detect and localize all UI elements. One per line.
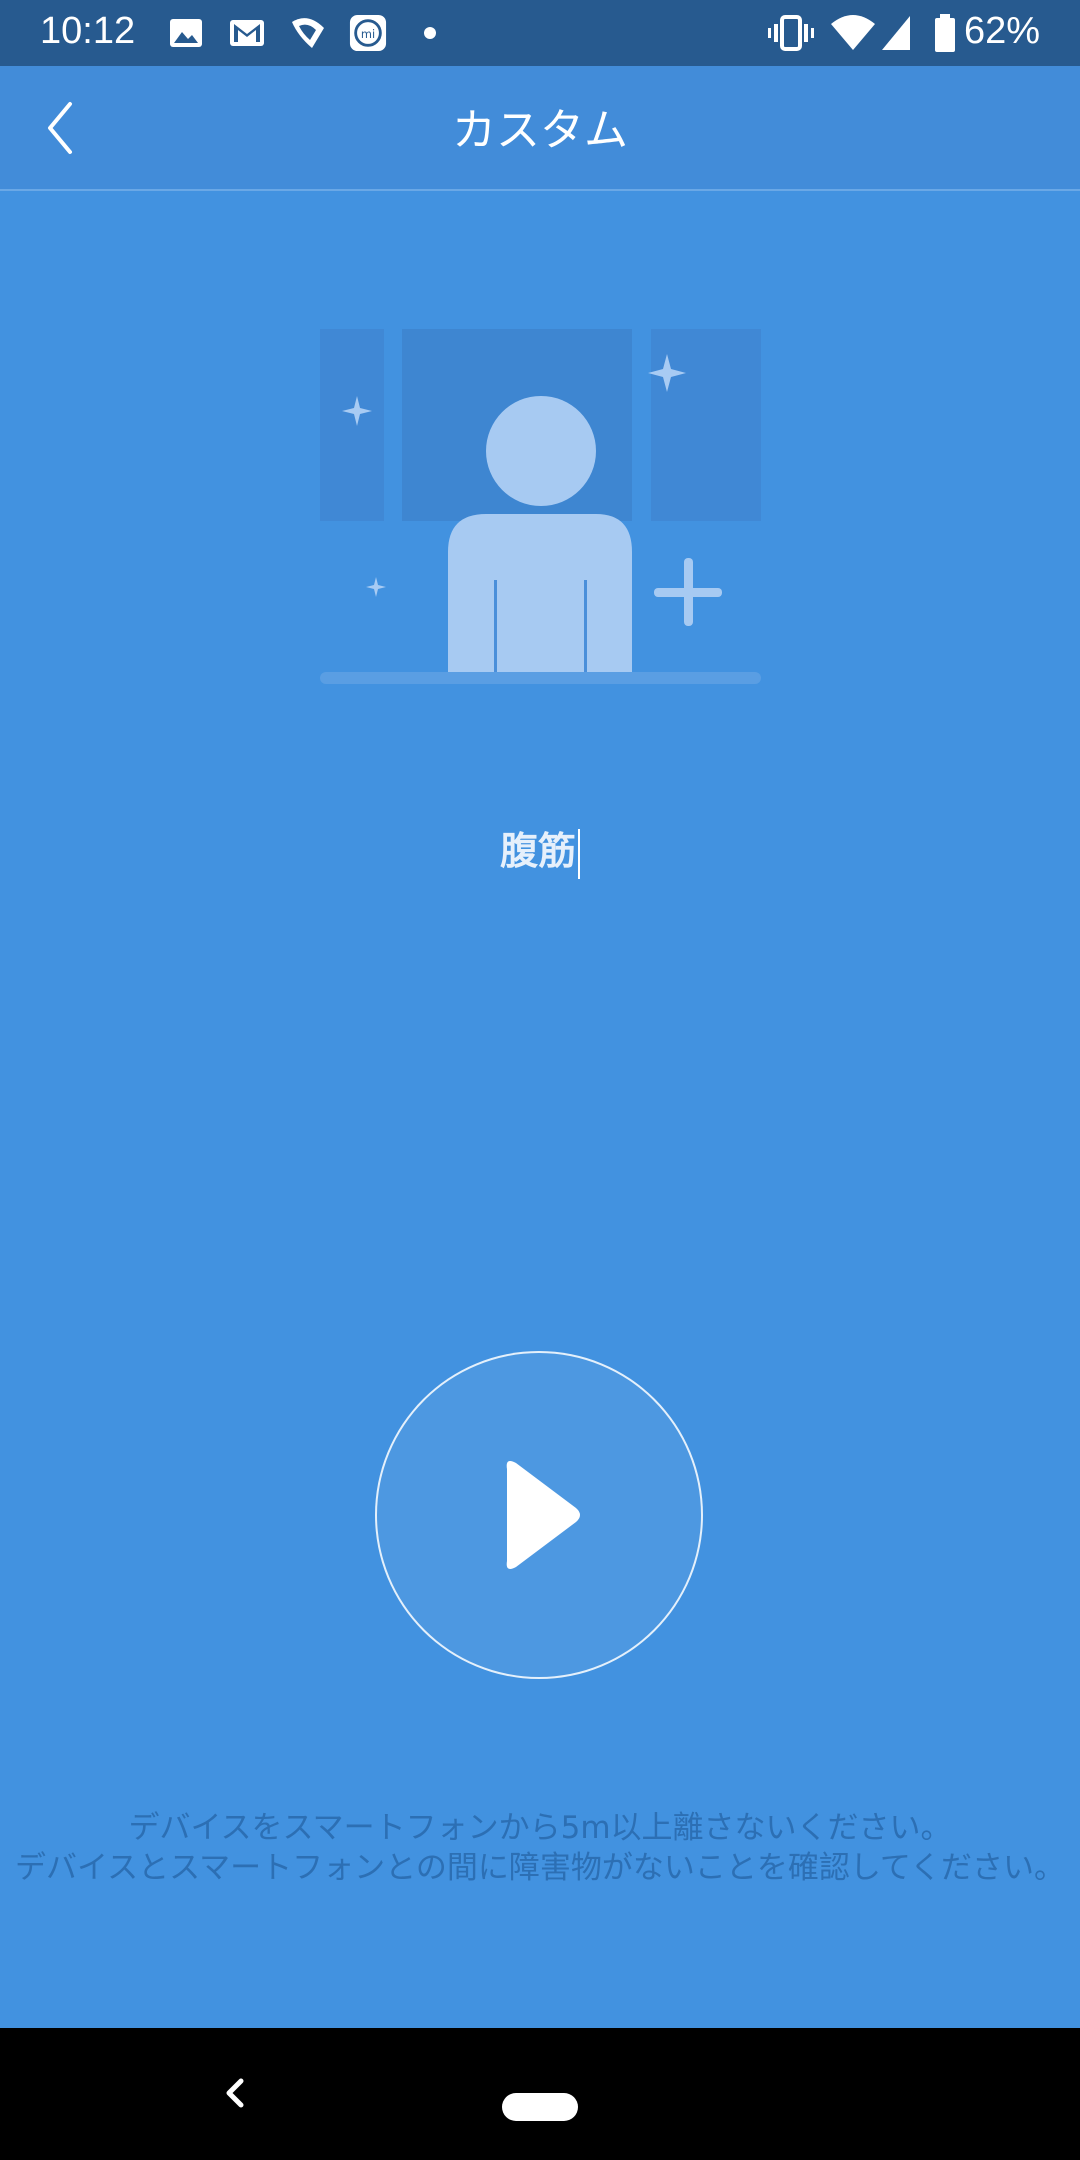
play-button[interactable] bbox=[375, 1351, 703, 1679]
gmail-icon bbox=[230, 20, 264, 46]
wifi-icon bbox=[831, 15, 875, 50]
mi-fit-icon: mi bbox=[349, 14, 387, 52]
notification-icon bbox=[292, 18, 324, 48]
battery-level: 62% bbox=[963, 10, 1040, 52]
vibrate-icon bbox=[768, 15, 814, 51]
nav-back-icon[interactable] bbox=[215, 2068, 255, 2118]
image-icon bbox=[170, 19, 202, 47]
signal-icon bbox=[882, 16, 910, 50]
battery-icon bbox=[935, 14, 955, 52]
status-time: 10:12 bbox=[40, 10, 136, 52]
sparkle-icon bbox=[366, 577, 386, 597]
exercise-name-input[interactable]: 腹筋 bbox=[240, 820, 840, 879]
add-person-icon bbox=[320, 329, 761, 684]
screen: 10:12 mi 62% カスタム 腹筋 デバイスをスマートフォンから5m以上離… bbox=[0, 0, 1080, 2160]
status-bar: 10:12 mi 62% bbox=[0, 0, 1080, 66]
connection-notice: デバイスをスマートフォンから5m以上離さないください。 デバイスとスマートフォン… bbox=[0, 1808, 1080, 1888]
notice-line-2: デバイスとスマートフォンとの間に障害物がないことを確認してください。 bbox=[15, 1850, 1065, 1886]
text-cursor bbox=[578, 828, 580, 879]
exercise-name-text: 腹筋 bbox=[499, 829, 576, 873]
app-header: カスタム bbox=[0, 66, 1080, 191]
play-icon bbox=[506, 1461, 580, 1569]
dot-icon bbox=[424, 27, 436, 39]
page-title: カスタム bbox=[452, 105, 628, 156]
svg-text:mi: mi bbox=[361, 27, 375, 41]
navigation-bar bbox=[0, 2028, 1080, 2160]
nav-home-pill[interactable] bbox=[502, 2093, 578, 2121]
notice-line-1: デバイスをスマートフォンから5m以上離さないください。 bbox=[128, 1810, 952, 1846]
